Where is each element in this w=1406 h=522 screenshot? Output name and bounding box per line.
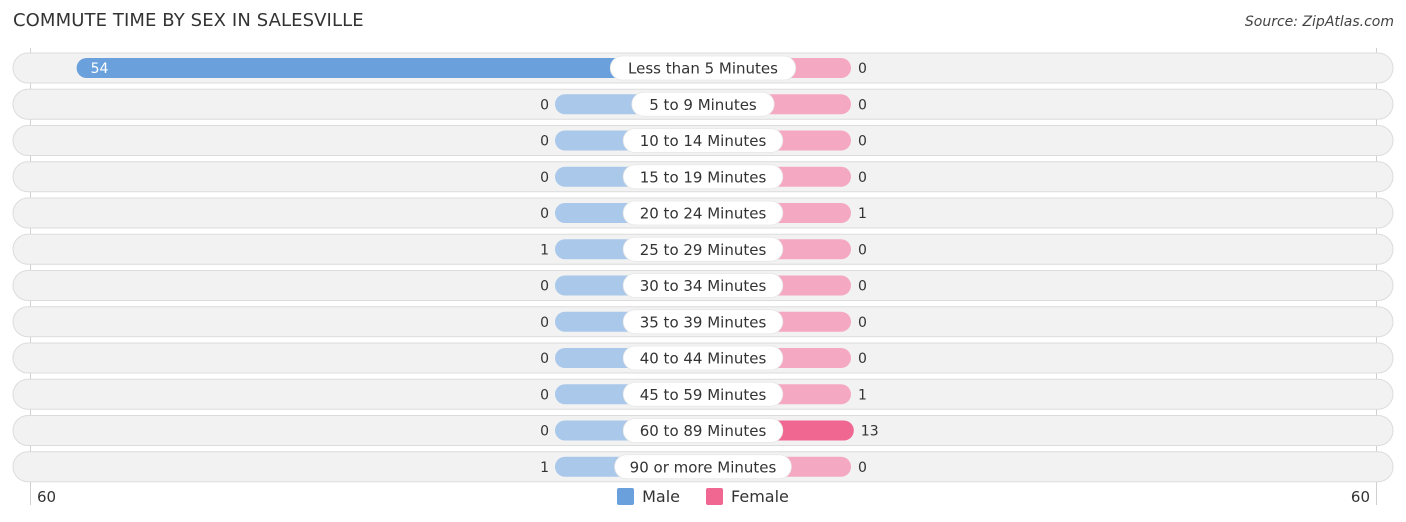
value-label-male: 0 [540,351,549,367]
category-label: 5 to 9 Minutes [649,96,757,114]
value-label-male: 54 [91,61,109,77]
value-label-male: 1 [540,460,549,476]
value-label-male: 0 [540,424,549,440]
value-label-female: 0 [858,134,867,150]
legend-swatch-male [617,488,635,505]
category-label: 10 to 14 Minutes [640,132,767,150]
value-label-male: 0 [540,97,549,113]
category-label: 60 to 89 Minutes [640,422,767,440]
category-label: 35 to 39 Minutes [640,313,767,331]
value-label-female: 0 [858,460,867,476]
value-label-female: 0 [858,97,867,113]
value-label-male: 0 [540,170,549,186]
bar-male [76,58,704,78]
value-label-female: 1 [858,387,867,403]
category-label: 15 to 19 Minutes [640,168,767,186]
chart-svg: 54 0 Less than 5 Minutes 0 0 5 to 9 Minutes 0 0… [12,48,1394,505]
category-label: 45 to 59 Minutes [640,386,767,404]
value-label-female: 0 [858,170,867,186]
value-label-female: 1 [858,206,867,222]
legend: Male Female [0,487,1406,506]
category-label: 20 to 24 Minutes [640,205,767,223]
category-label: Less than 5 Minutes [628,60,778,78]
value-label-female: 0 [858,315,867,331]
value-label-male: 1 [540,242,549,258]
value-label-female: 0 [858,351,867,367]
value-label-female: 13 [861,424,879,440]
value-label-male: 0 [540,387,549,403]
value-label-male: 0 [540,315,549,331]
legend-label-female: Female [731,487,789,506]
legend-item-male[interactable]: Male [617,487,680,506]
value-label-male: 0 [540,134,549,150]
category-label: 90 or more Minutes [630,458,777,476]
value-label-female: 0 [858,61,867,77]
category-label: 30 to 34 Minutes [640,277,767,295]
value-label-male: 0 [540,206,549,222]
legend-item-female[interactable]: Female [706,487,789,506]
legend-label-male: Male [642,487,681,506]
value-label-female: 0 [858,279,867,295]
category-label: 25 to 29 Minutes [640,241,767,259]
value-label-female: 0 [858,242,867,258]
legend-swatch-female [706,488,724,505]
value-label-male: 0 [540,279,549,295]
category-label: 40 to 44 Minutes [640,350,767,368]
